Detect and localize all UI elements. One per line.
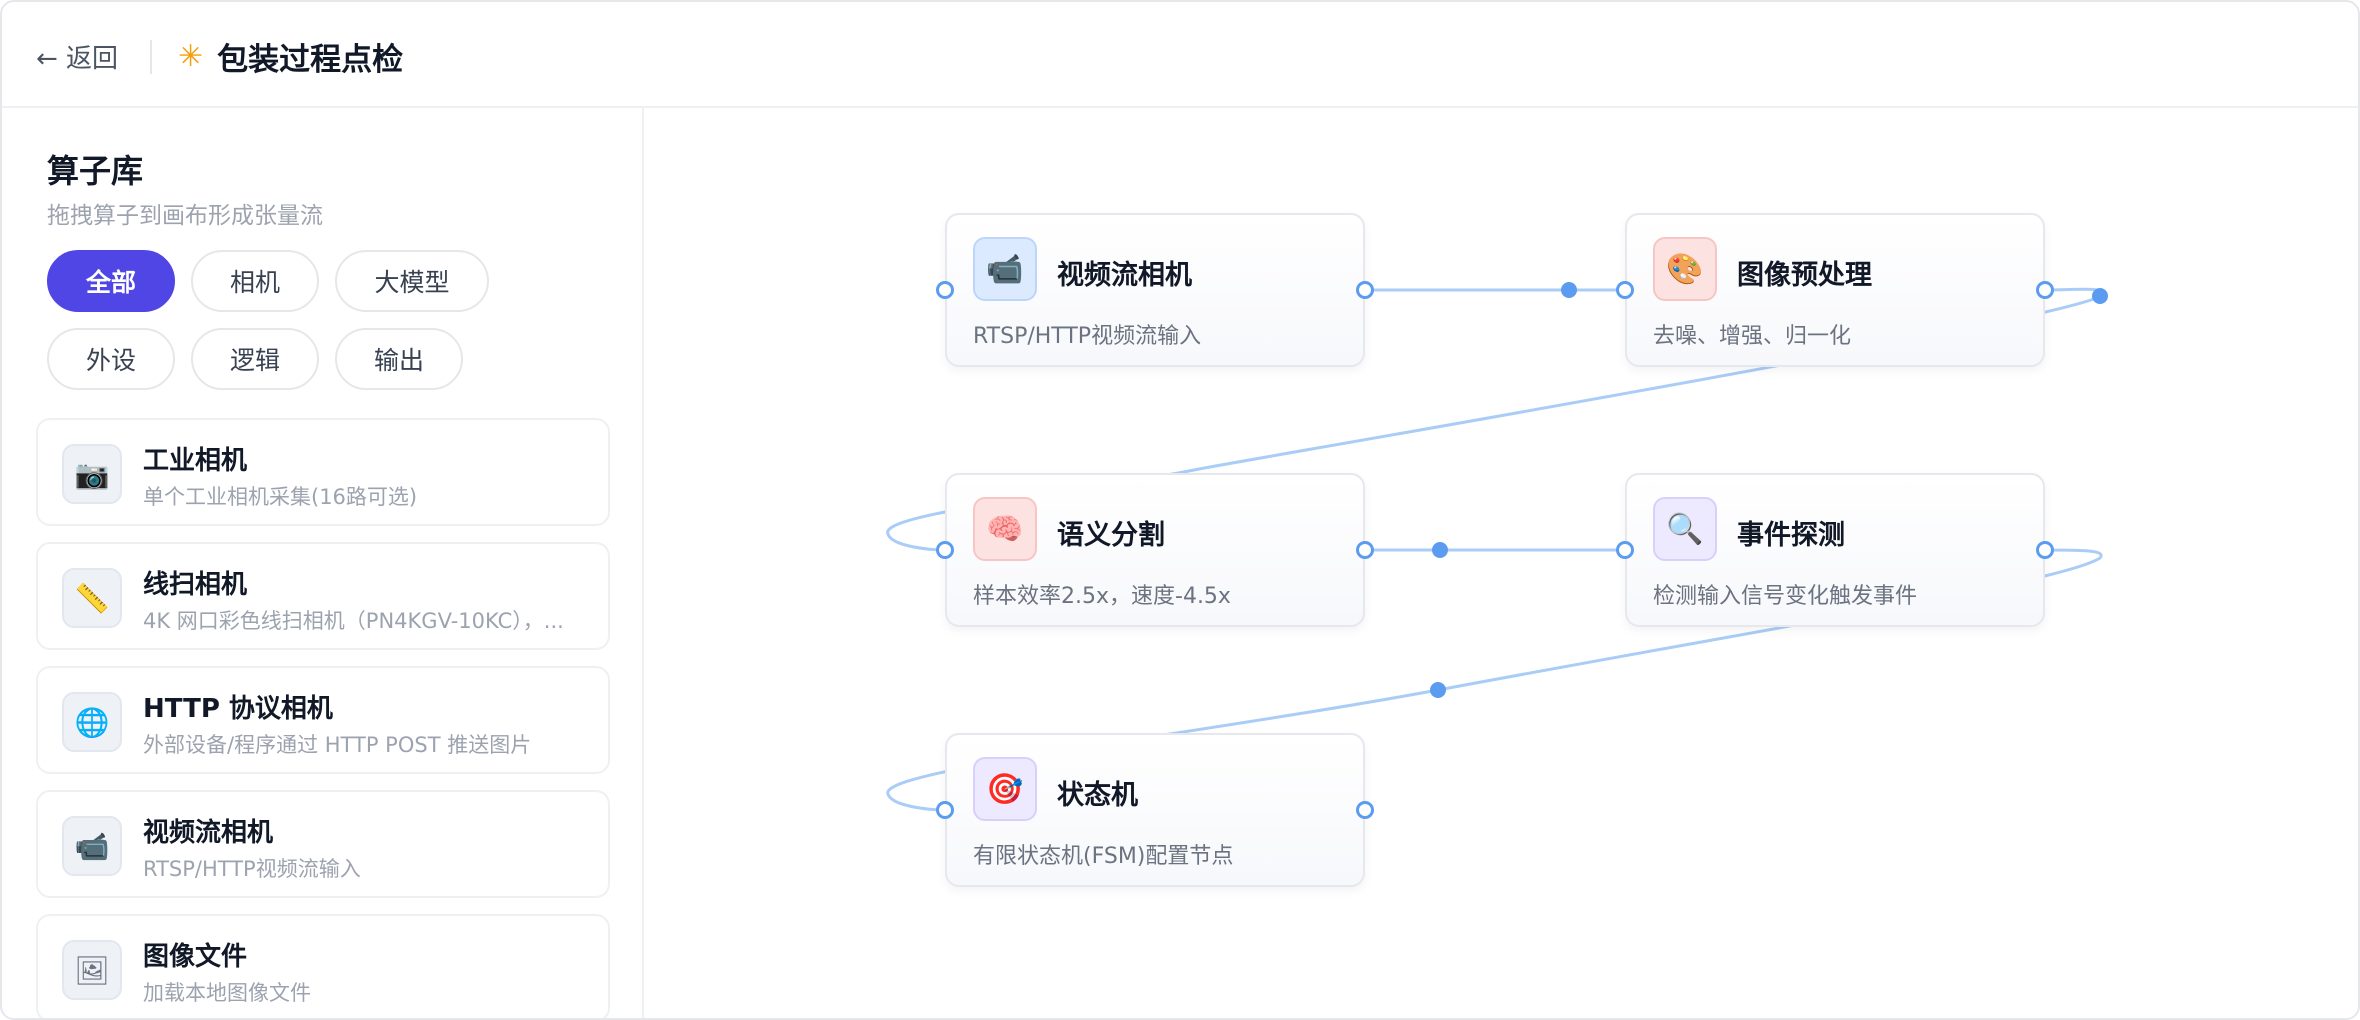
operator-card-line-scan-camera[interactable]: 📏 线扫相机 4K 网口彩色线扫相机（PN4KGV-10KC），... xyxy=(36,542,610,650)
input-port[interactable] xyxy=(1616,281,1634,299)
ruler-icon: 📏 xyxy=(62,568,122,628)
filter-chip-label: 相机 xyxy=(229,268,280,297)
flow-node-video-stream-camera[interactable]: 📹 视频流相机 RTSP/HTTP视频流输入 xyxy=(936,213,1374,367)
node-desc: 检测输入信号变化触发事件 xyxy=(1653,584,1918,609)
output-port[interactable] xyxy=(1356,801,1374,819)
node-name: 事件探测 xyxy=(1737,520,1845,551)
node-desc: 去噪、增强、归一化 xyxy=(1653,324,1852,349)
filter-chip-all[interactable]: 全部 xyxy=(47,250,175,312)
globe-icon: 🌐 xyxy=(62,692,122,752)
operator-card-http-camera[interactable]: 🌐 HTTP 协议相机 外部设备/程序通过 HTTP POST 推送图片 xyxy=(36,666,610,774)
operator-name: 线扫相机 xyxy=(143,570,248,600)
camera-icon: 📷 xyxy=(62,444,122,504)
input-port[interactable] xyxy=(1616,541,1634,559)
filter-chip-logic[interactable]: 逻辑 xyxy=(191,328,319,390)
operator-desc: 外部设备/程序通过 HTTP POST 推送图片 xyxy=(143,733,532,757)
output-port[interactable] xyxy=(2036,541,2054,559)
title-group: ✳ 包装过程点检 xyxy=(178,32,403,80)
operator-library: 算子库 拖拽算子到画布形成张量流 全部 相机 大模型 外设 逻辑 输出 📷 工业… xyxy=(2,108,644,1018)
operator-name: 视频流相机 xyxy=(143,818,274,848)
filter-chip-output[interactable]: 输出 xyxy=(335,328,463,390)
target-icon: 🎯 xyxy=(973,757,1037,821)
operator-desc: 加载本地图像文件 xyxy=(143,981,311,1005)
output-port[interactable] xyxy=(1356,281,1374,299)
header-divider xyxy=(150,40,152,74)
filter-chip-camera[interactable]: 相机 xyxy=(191,250,319,312)
operator-card-video-stream-camera[interactable]: 📹 视频流相机 RTSP/HTTP视频流输入 xyxy=(36,790,610,898)
magnifier-icon: 🔍 xyxy=(1653,497,1717,561)
video-camera-icon: 📹 xyxy=(973,237,1037,301)
back-label: ← 返回 xyxy=(36,43,119,74)
operator-name: 图像文件 xyxy=(143,942,248,972)
filter-chip-label: 输出 xyxy=(373,346,424,375)
node-name: 状态机 xyxy=(1057,780,1138,811)
filter-chip-label: 全部 xyxy=(85,268,136,297)
node-desc: RTSP/HTTP视频流输入 xyxy=(973,324,1202,349)
filter-chip-label: 逻辑 xyxy=(229,346,280,375)
top-bar: ← 返回 ✳ 包装过程点检 xyxy=(2,2,2358,108)
flow-node-state-machine[interactable]: 🎯 状态机 有限状态机(FSM)配置节点 xyxy=(936,733,1374,887)
filter-chip-label: 外设 xyxy=(85,346,136,375)
library-title: 算子库 xyxy=(47,152,144,190)
operator-card-image-file[interactable]: 🖼 图像文件 加载本地图像文件 xyxy=(36,914,610,1018)
input-port[interactable] xyxy=(936,541,954,559)
node-name: 语义分割 xyxy=(1057,520,1165,551)
video-camera-icon: 📹 xyxy=(62,816,122,876)
operator-desc: 4K 网口彩色线扫相机（PN4KGV-10KC），... xyxy=(143,609,564,633)
app-window: ← 返回 ✳ 包装过程点检 算子库 拖拽算子到画布形成张量流 全部 相机 大模型… xyxy=(0,0,2360,1020)
operator-name: 工业相机 xyxy=(143,446,248,476)
input-port[interactable] xyxy=(936,281,954,299)
picture-icon: 🖼 xyxy=(62,940,122,1000)
flow-canvas[interactable] xyxy=(644,108,2358,1018)
filter-chip-label: 大模型 xyxy=(374,268,450,297)
brain-icon: 🧠 xyxy=(973,497,1037,561)
output-port[interactable] xyxy=(2036,281,2054,299)
operator-desc: RTSP/HTTP视频流输入 xyxy=(143,857,361,881)
output-port[interactable] xyxy=(1356,541,1374,559)
node-desc: 有限状态机(FSM)配置节点 xyxy=(973,844,1234,869)
operator-name: HTTP 协议相机 xyxy=(143,694,333,724)
library-subtitle: 拖拽算子到画布形成张量流 xyxy=(47,203,323,229)
flow-node-image-preprocess[interactable]: 🎨 图像预处理 去噪、增强、归一化 xyxy=(1616,213,2054,367)
operator-card-industrial-camera[interactable]: 📷 工业相机 单个工业相机采集(16路可选) xyxy=(36,418,610,526)
operator-desc: 单个工业相机采集(16路可选) xyxy=(143,485,418,509)
palette-icon: 🎨 xyxy=(1653,237,1717,301)
input-port[interactable] xyxy=(936,801,954,819)
node-name: 图像预处理 xyxy=(1737,260,1872,291)
sparkle-icon: ✳ xyxy=(178,38,204,74)
filter-chip-peripheral[interactable]: 外设 xyxy=(47,328,175,390)
node-desc: 样本效率2.5x，速度-4.5x xyxy=(973,584,1231,609)
flow-node-event-detection[interactable]: 🔍 事件探测 检测输入信号变化触发事件 xyxy=(1616,473,2054,627)
node-name: 视频流相机 xyxy=(1057,260,1192,291)
filter-chip-llm[interactable]: 大模型 xyxy=(335,250,489,312)
page-title: 包装过程点检 xyxy=(217,41,404,78)
back-button[interactable]: ← 返回 xyxy=(36,36,118,76)
flow-node-semantic-segmentation[interactable]: 🧠 语义分割 样本效率2.5x，速度-4.5x xyxy=(936,473,1374,627)
